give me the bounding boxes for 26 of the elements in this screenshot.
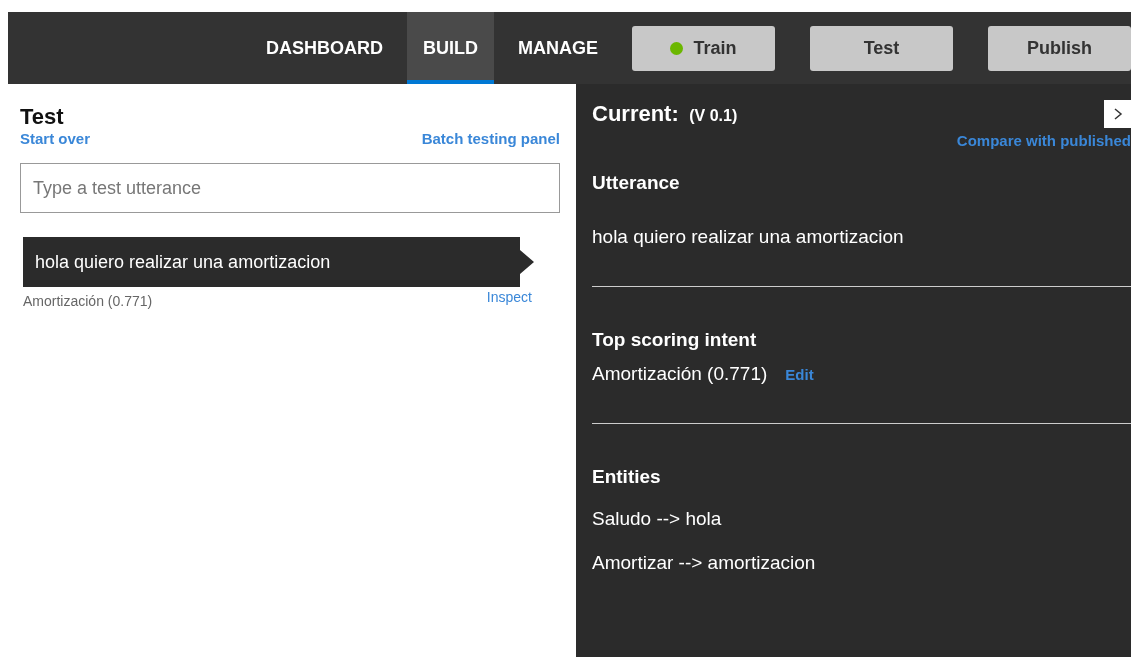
intent-score: Amortización (0.771) — [23, 293, 153, 309]
utterance-result[interactable]: hola quiero realizar una amortizacion — [23, 237, 534, 287]
compare-link[interactable]: Compare with published — [956, 132, 1131, 149]
version-label: (V 0.1) — [689, 107, 738, 124]
collapse-button[interactable] — [1104, 100, 1131, 128]
nav-tab[interactable]: BUILD — [407, 12, 494, 84]
chevron-right-icon — [1112, 107, 1123, 121]
start-over-link[interactable]: Start over — [20, 130, 91, 147]
section-heading: Top scoring intent — [592, 329, 758, 351]
section-heading: Entities — [592, 466, 662, 488]
inspect-link[interactable]: Inspect — [486, 289, 532, 309]
entity-mapping: Saludo --> hola — [592, 508, 723, 530]
nav-tab[interactable]: MANAGE — [510, 12, 606, 84]
panel-title: Current: — [592, 101, 679, 126]
utterance-text: hola quiero realizar una amortizacion — [592, 226, 905, 248]
edit-link[interactable]: Edit — [785, 366, 814, 383]
batch-testing-link[interactable]: Batch testing panel — [421, 130, 560, 147]
nav-tab[interactable]: DASHBOARD — [258, 12, 391, 84]
entity-mapping: Amortizar --> amortizacion — [592, 552, 817, 574]
intent-score: Amortización (0.771) — [592, 363, 768, 385]
train-button[interactable]: Train — [632, 25, 775, 71]
section-heading: Utterance — [592, 172, 681, 194]
panel-title: Test — [20, 104, 65, 130]
header-button[interactable]: Publish — [988, 25, 1131, 71]
utterance-input-field[interactable]: Type a test utterance — [20, 163, 560, 213]
header-button[interactable]: Test — [810, 25, 953, 71]
